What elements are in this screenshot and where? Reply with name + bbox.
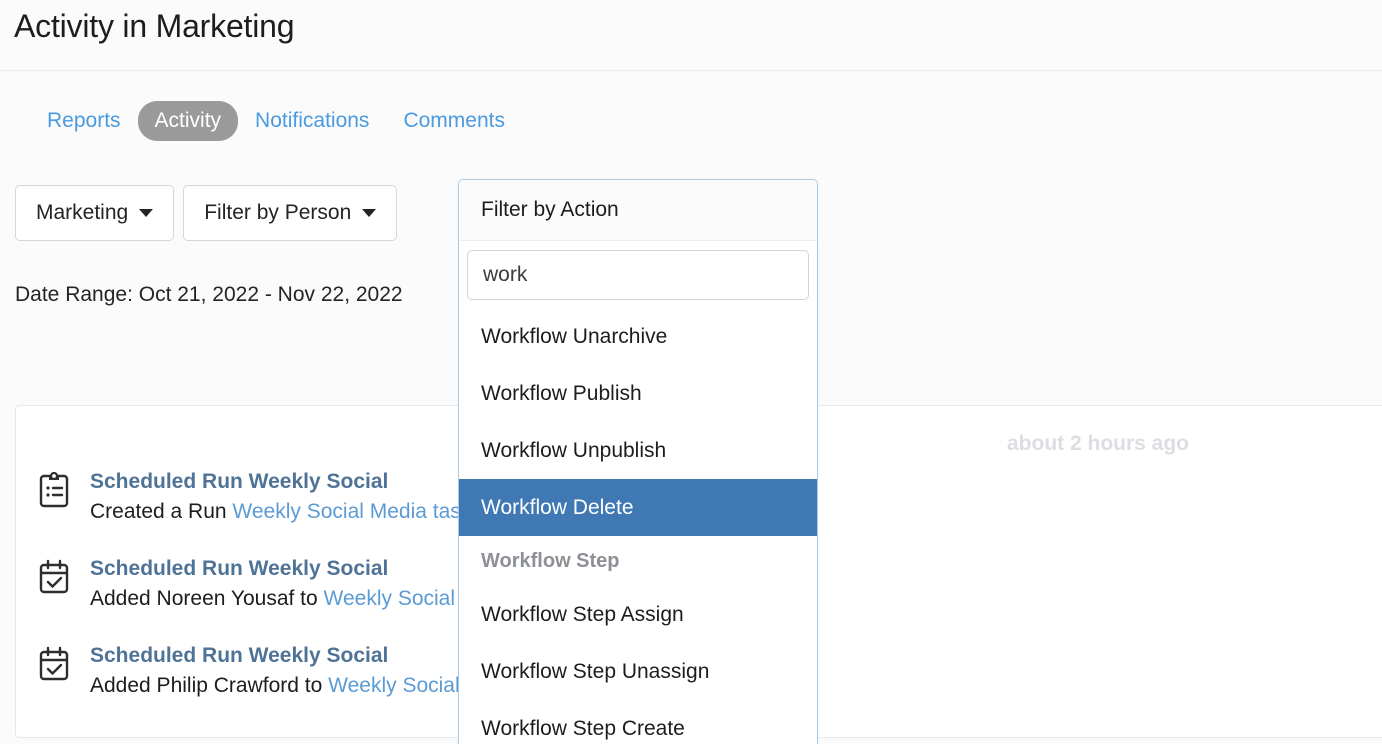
activity-desc-prefix: Created a Run — [90, 500, 233, 523]
activity-timestamp: about 2 hours ago — [1006, 432, 1189, 455]
date-range-label: Date Range: Oct 21, 2022 - Nov 22, 2022 — [15, 283, 403, 306]
tab-bar: Reports Activity Notifications Comments — [30, 101, 522, 141]
action-option-workflow-publish[interactable]: Workflow Publish — [459, 365, 817, 422]
dropdown-search-wrap — [459, 241, 817, 306]
person-filter-label: Filter by Person — [204, 201, 352, 224]
action-search-input[interactable] — [467, 250, 809, 300]
chevron-down-icon — [362, 209, 377, 217]
tab-activity[interactable]: Activity — [137, 101, 239, 141]
action-option-workflow-delete[interactable]: Workflow Delete — [459, 479, 817, 536]
chevron-down-icon — [139, 209, 154, 217]
filter-bar: Marketing Filter by Person — [15, 185, 398, 241]
activity-desc-prefix: Added Noreen Yousaf to — [90, 587, 324, 610]
activity-desc-link[interactable]: Weekly Social Media tasks — [232, 500, 481, 523]
calendar-check-icon — [38, 559, 72, 597]
tab-reports[interactable]: Reports — [30, 101, 138, 141]
activity-page: Activity in Marketing Reports Activity N… — [0, 0, 1382, 744]
clipboard-list-icon — [38, 471, 72, 510]
tab-comments[interactable]: Comments — [386, 101, 522, 141]
person-filter-button[interactable]: Filter by Person — [183, 185, 398, 241]
action-group-workflow-step: Workflow Step — [481, 549, 620, 572]
action-option-workflow-step-create[interactable]: Workflow Step Create — [459, 700, 817, 744]
activity-row-title[interactable]: Scheduled Run Weekly Social — [90, 470, 388, 493]
dropdown-header: Filter by Action — [459, 180, 817, 241]
calendar-check-icon — [38, 646, 72, 684]
header-divider — [0, 70, 1382, 71]
action-option-workflow-step-assign[interactable]: Workflow Step Assign — [459, 586, 817, 643]
action-option-workflow-unpublish[interactable]: Workflow Unpublish — [459, 422, 817, 479]
activity-desc-prefix: Added Philip Crawford to — [90, 674, 329, 697]
activity-row-title[interactable]: Scheduled Run Weekly Social — [90, 644, 388, 667]
activity-row-title[interactable]: Scheduled Run Weekly Social — [90, 557, 388, 580]
action-option-list: Workflow Unarchive Workflow Publish Work… — [459, 306, 817, 744]
scope-filter-label: Marketing — [36, 201, 129, 224]
scope-filter-button[interactable]: Marketing — [15, 185, 175, 241]
tab-notifications[interactable]: Notifications — [238, 101, 386, 141]
action-option-workflow-step-unassign[interactable]: Workflow Step Unassign — [459, 643, 817, 700]
action-option-workflow-unarchive[interactable]: Workflow Unarchive — [459, 308, 817, 365]
filter-by-action-dropdown: Filter by Action Workflow Unarchive Work… — [458, 179, 818, 744]
page-title: Activity in Marketing — [14, 8, 295, 44]
